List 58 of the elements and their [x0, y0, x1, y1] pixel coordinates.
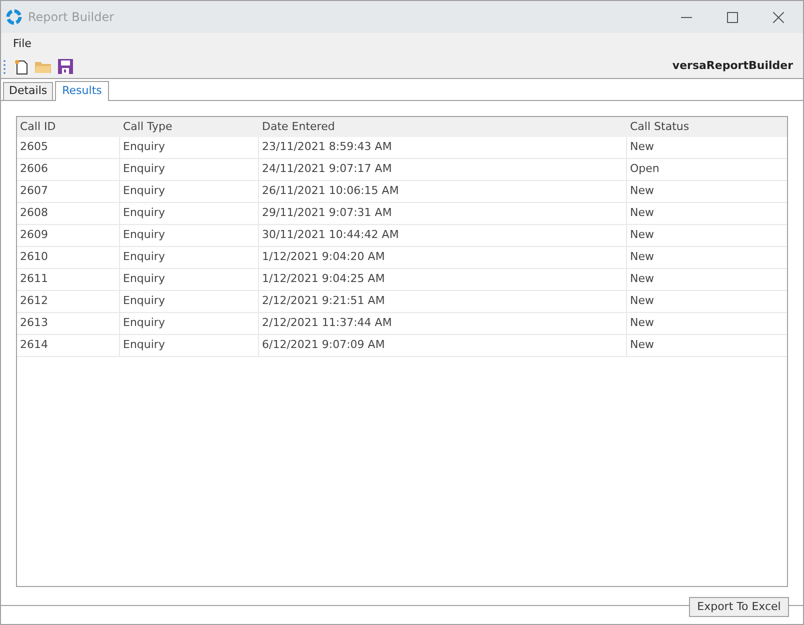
- table-cell: 29/11/2021 9:07:31 AM: [259, 203, 627, 224]
- table-cell: 30/11/2021 10:44:42 AM: [259, 225, 627, 246]
- save-button[interactable]: [56, 58, 74, 76]
- table-cell: 1/12/2021 9:04:25 AM: [259, 269, 627, 290]
- table-cell-text: New: [629, 271, 655, 288]
- table-cell: Enquiry: [120, 247, 259, 268]
- table-cell: 2611: [17, 269, 120, 290]
- table-cell-text: Open: [629, 161, 660, 178]
- column-header[interactable]: Date Entered: [259, 117, 627, 137]
- close-icon: [772, 12, 784, 22]
- table-cell-text: New: [629, 337, 655, 354]
- table-cell: Enquiry: [120, 269, 259, 290]
- export-button[interactable]: Export To Excel: [689, 597, 789, 617]
- table-cell-text: New: [629, 227, 655, 244]
- table-cell-text: New: [629, 139, 655, 156]
- table-cell: 2607: [17, 181, 120, 202]
- table-cell: 26/11/2021 10:06:15 AM: [259, 181, 627, 202]
- menu-item[interactable]: File: [7, 36, 38, 52]
- app-logo-icon: [6, 9, 22, 25]
- table-cell-text: New: [629, 183, 655, 200]
- table-cell: Enquiry: [120, 181, 259, 202]
- table-cell-text: New: [629, 205, 655, 222]
- folder-icon: [35, 60, 51, 73]
- table-cell-text: New: [629, 315, 655, 332]
- tab[interactable]: Details: [3, 82, 54, 100]
- table-cell: 23/11/2021 8:59:43 AM: [259, 137, 627, 158]
- grip-icon: [3, 60, 6, 74]
- table-cell-text: New: [629, 293, 655, 310]
- table-cell: Enquiry: [120, 203, 259, 224]
- table-cell: Enquiry: [120, 335, 259, 356]
- table-cell: 6/12/2021 9:07:09 AM: [259, 335, 627, 356]
- table-cell: 2610: [17, 247, 120, 268]
- brand-label: versaReportBuilder: [672, 58, 793, 74]
- table-cell: 24/11/2021 9:07:17 AM: [259, 159, 627, 180]
- table-cell: Enquiry: [120, 137, 259, 158]
- table-cell: 2/12/2021 11:37:44 AM: [259, 313, 627, 334]
- table-cell: 2608: [17, 203, 120, 224]
- table-cell: 2614: [17, 335, 120, 356]
- column-header[interactable]: Call Status: [627, 117, 787, 137]
- table-cell-text: New: [629, 249, 655, 266]
- column-header[interactable]: Call ID: [17, 117, 120, 137]
- table-cell: 2/12/2021 9:21:51 AM: [259, 291, 627, 312]
- tab[interactable]: Results: [55, 81, 109, 101]
- table-cell: 2605: [17, 137, 120, 158]
- document-icon: [14, 58, 28, 74]
- table-cell: 2606: [17, 159, 120, 180]
- table-cell: 1/12/2021 9:04:20 AM: [259, 247, 627, 268]
- table-cell: 2612: [17, 291, 120, 312]
- table-cell: 2609: [17, 225, 120, 246]
- column-header[interactable]: Call Type: [120, 117, 259, 137]
- table-cell: Enquiry: [120, 159, 259, 180]
- table-cell: 2613: [17, 313, 120, 334]
- table-cell: Enquiry: [120, 313, 259, 334]
- maximize-icon: [726, 12, 738, 22]
- new-document-button[interactable]: [12, 58, 30, 76]
- table-cell: Enquiry: [120, 225, 259, 246]
- window-title: Report Builder: [28, 9, 114, 26]
- table-cell: Enquiry: [120, 291, 259, 312]
